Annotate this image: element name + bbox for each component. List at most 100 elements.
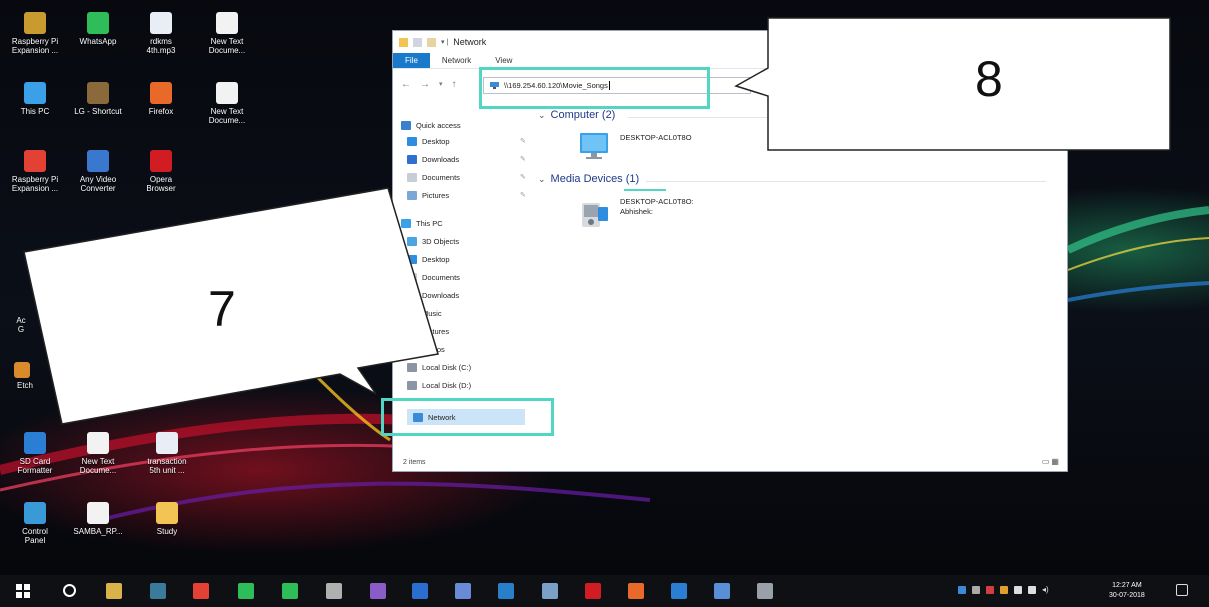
- notifications-icon[interactable]: [1176, 584, 1188, 596]
- app-taskbar-icon[interactable]: [498, 583, 514, 599]
- pin-icon[interactable]: ✎: [520, 137, 526, 145]
- star-icon: [401, 120, 411, 130]
- group-header-computer[interactable]: ⌄ Computer (2): [538, 109, 615, 121]
- opera-icon: [150, 150, 172, 172]
- callout-bubble-8: [734, 17, 1171, 151]
- tray-security-icon[interactable]: [986, 585, 994, 594]
- desktop-icon-item[interactable]: New Text Docume...: [196, 12, 258, 55]
- folder-icon: [156, 502, 178, 524]
- media-device-item[interactable]: DESKTOP-ACL0T8O: Abhishek:: [578, 197, 694, 231]
- android-taskbar-icon[interactable]: [282, 583, 298, 599]
- tray-wifi-icon[interactable]: [1014, 585, 1022, 594]
- collapse-chevron-icon[interactable]: ⌄: [538, 110, 546, 121]
- system-tray: ◂): [958, 585, 1049, 594]
- properties-icon[interactable]: [413, 37, 422, 47]
- view-toggle-icons[interactable]: ▭▦: [1042, 457, 1061, 466]
- chrome-icon: [24, 150, 46, 172]
- video-converter-icon: [87, 150, 109, 172]
- clock[interactable]: 12:27 AM 30-07-2018: [1109, 581, 1145, 601]
- nav-item-label: Desktop: [422, 136, 450, 146]
- desktop-icon-label: New Text Docume...: [79, 457, 117, 475]
- nav-item-label: Downloads: [422, 154, 460, 164]
- tools-taskbar-icon[interactable]: [326, 583, 342, 599]
- tray-app-icon[interactable]: [958, 585, 966, 594]
- desktop-icon-label: This PC: [20, 107, 50, 116]
- nav-item[interactable]: Downloads ✎: [407, 151, 526, 167]
- computer-item[interactable]: DESKTOP-ACL0T8O: [578, 129, 692, 163]
- pin-icon[interactable]: ✎: [520, 155, 526, 163]
- app-taskbar-icon[interactable]: [757, 583, 773, 599]
- desktop-icon-label: transaction 5th unit ...: [147, 457, 187, 475]
- text-file-icon: [87, 502, 109, 524]
- address-highlight-box: [479, 67, 710, 109]
- window-title: Network: [453, 37, 487, 47]
- tray-cloud-icon[interactable]: [1000, 585, 1008, 594]
- media-device-sub: Abhishek:: [620, 207, 653, 216]
- back-arrow-icon[interactable]: ←: [401, 79, 411, 90]
- desktop-icon-label: WhatsApp: [79, 37, 117, 46]
- app-taskbar-icon[interactable]: [714, 583, 730, 599]
- file-explorer-taskbar-icon[interactable]: [106, 583, 122, 599]
- tab-view[interactable]: View: [483, 53, 524, 68]
- whatsapp-taskbar-icon[interactable]: [238, 583, 254, 599]
- quick-access-dropdown-icon[interactable]: ▾ |: [441, 38, 448, 46]
- tray-network-icon[interactable]: [972, 585, 980, 594]
- desktop-icon-label: Firefox: [148, 107, 174, 116]
- tray-language-icon[interactable]: [1028, 585, 1036, 594]
- text-file-icon: [216, 12, 238, 34]
- app-taskbar-icon[interactable]: [455, 583, 471, 599]
- desktop-icon-item[interactable]: WhatsApp: [67, 12, 129, 46]
- desktop-icon-item[interactable]: New Text Docume...: [196, 82, 258, 125]
- clock-time: 12:27 AM: [1112, 582, 1142, 589]
- group-divider: [646, 181, 1046, 182]
- desktop-icon-label: rdkms 4th.mp3: [146, 37, 176, 55]
- desktop-icon-item[interactable]: Study: [136, 502, 198, 536]
- firefox-taskbar-icon[interactable]: [628, 583, 644, 599]
- whatsapp-icon: [87, 12, 109, 34]
- opera-taskbar-icon[interactable]: [585, 583, 601, 599]
- tab-network[interactable]: Network: [430, 53, 483, 68]
- app-taskbar-icon[interactable]: [412, 583, 428, 599]
- this-pc-icon: [24, 82, 46, 104]
- new-folder-icon[interactable]: [427, 37, 436, 47]
- pin-icon[interactable]: ✎: [520, 173, 526, 181]
- desktop-icon-item[interactable]: Raspberry Pi Expansion ...: [4, 12, 66, 55]
- clock-date: 30-07-2018: [1109, 592, 1145, 599]
- desktop-icon-item[interactable]: rdkms 4th.mp3: [130, 12, 192, 55]
- desktop-icon-item[interactable]: Control Panel: [4, 502, 66, 545]
- status-bar: 2 items: [403, 459, 426, 466]
- windows-start-icon[interactable]: [16, 584, 30, 598]
- desktop-icon: [407, 136, 417, 146]
- desktop-icon-label: New Text Docume...: [208, 37, 246, 55]
- desktop-icon-item[interactable]: SAMBA_RP...: [67, 502, 129, 536]
- control-panel-icon: [24, 502, 46, 524]
- desktop-icon-item[interactable]: Firefox: [130, 82, 192, 116]
- tab-file[interactable]: File: [393, 53, 430, 68]
- desktop-icon-label: SD Card Formatter: [17, 457, 53, 475]
- callout-number-8: 8: [975, 51, 1003, 107]
- pin-icon[interactable]: ✎: [520, 191, 526, 199]
- desktop-icon-label: Raspberry Pi Expansion ...: [11, 37, 59, 55]
- desktop-icon-label: New Text Docume...: [208, 107, 246, 125]
- volume-icon[interactable]: ◂): [1042, 585, 1049, 594]
- media-player-taskbar-icon[interactable]: [150, 583, 166, 599]
- network-highlight-box: [381, 398, 554, 436]
- collapse-chevron-icon[interactable]: ⌄: [538, 174, 546, 185]
- group-header-media-devices[interactable]: ⌄ Media Devices (1): [538, 173, 639, 185]
- chrome-taskbar-icon[interactable]: [193, 583, 209, 599]
- forward-arrow-icon[interactable]: →: [420, 79, 430, 90]
- recent-dropdown-icon[interactable]: ▾: [439, 80, 443, 88]
- computer-name: DESKTOP-ACL0T8O: [620, 133, 692, 142]
- paint-taskbar-icon[interactable]: [542, 583, 558, 599]
- nav-item[interactable]: Desktop ✎: [407, 133, 526, 149]
- nav-item[interactable]: Quick access: [401, 117, 461, 133]
- media-device-name: DESKTOP-ACL0T8O:: [620, 197, 694, 206]
- visual-studio-taskbar-icon[interactable]: [370, 583, 386, 599]
- up-arrow-icon[interactable]: ↑: [452, 79, 457, 90]
- desktop-icon-item[interactable]: This PC: [4, 82, 66, 116]
- search-circle-icon[interactable]: [63, 584, 76, 597]
- book-icon: [24, 12, 46, 34]
- desktop-icon-item[interactable]: LG - Shortcut: [67, 82, 129, 116]
- desktop-icon-label: Study: [156, 527, 178, 536]
- word-taskbar-icon[interactable]: [671, 583, 687, 599]
